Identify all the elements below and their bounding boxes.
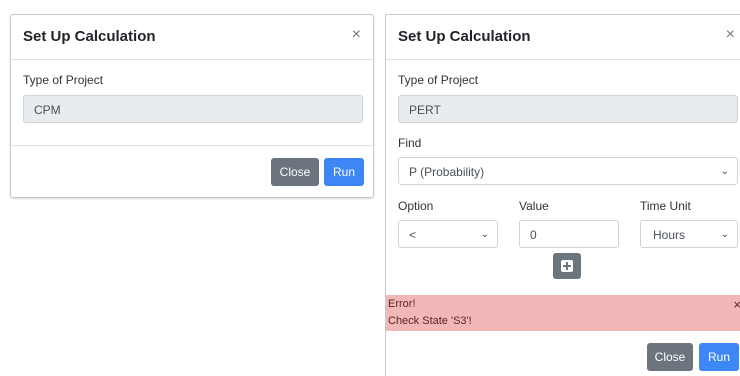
type-of-project-field: CPM bbox=[23, 95, 363, 123]
plus-square-icon bbox=[561, 260, 573, 272]
dialog-header: Set Up Calculation × bbox=[11, 15, 373, 60]
value-input-text: 0 bbox=[530, 228, 537, 242]
alert-message: Check State 'S3'! bbox=[388, 315, 472, 327]
chevron-down-icon: ⌄ bbox=[720, 229, 729, 240]
dialog-title: Set Up Calculation bbox=[398, 28, 531, 45]
option-select[interactable]: < ⌄ bbox=[398, 220, 498, 248]
find-select[interactable]: P (Probability) ⌄ bbox=[398, 157, 738, 185]
error-alert: Error! Check State 'S3'! × bbox=[386, 295, 740, 331]
close-button[interactable]: Close bbox=[647, 343, 693, 371]
dialog-header: Set Up Calculation × bbox=[386, 15, 740, 60]
time-unit-label: Time Unit bbox=[640, 199, 691, 213]
alert-title: Error! bbox=[388, 298, 416, 310]
option-select-value: < bbox=[409, 228, 417, 242]
close-button[interactable]: Close bbox=[271, 158, 319, 186]
type-of-project-label: Type of Project bbox=[398, 73, 479, 87]
add-condition-button[interactable] bbox=[553, 253, 581, 279]
footer-divider bbox=[11, 145, 373, 146]
chevron-down-icon: ⌄ bbox=[720, 166, 729, 177]
time-unit-select-value: Hours bbox=[653, 228, 686, 242]
alert-close-icon[interactable]: × bbox=[733, 297, 740, 312]
run-button[interactable]: Run bbox=[699, 343, 739, 371]
dialog-title: Set Up Calculation bbox=[23, 28, 156, 45]
time-unit-select[interactable]: Hours ⌄ bbox=[640, 220, 738, 248]
option-label: Option bbox=[398, 199, 434, 213]
run-button[interactable]: Run bbox=[324, 158, 364, 186]
pert-setup-dialog: Set Up Calculation × Type of Project PER… bbox=[385, 14, 740, 376]
close-icon[interactable]: × bbox=[726, 27, 735, 43]
close-icon[interactable]: × bbox=[352, 27, 361, 43]
value-label: Value bbox=[519, 199, 549, 213]
type-of-project-label: Type of Project bbox=[23, 73, 104, 87]
find-label: Find bbox=[398, 136, 422, 150]
cpm-setup-dialog: Set Up Calculation × Type of Project CPM… bbox=[10, 14, 374, 198]
find-select-value: P (Probability) bbox=[409, 165, 485, 179]
value-input[interactable]: 0 bbox=[519, 220, 619, 248]
type-of-project-field: PERT bbox=[398, 95, 738, 123]
chevron-down-icon: ⌄ bbox=[480, 229, 489, 240]
